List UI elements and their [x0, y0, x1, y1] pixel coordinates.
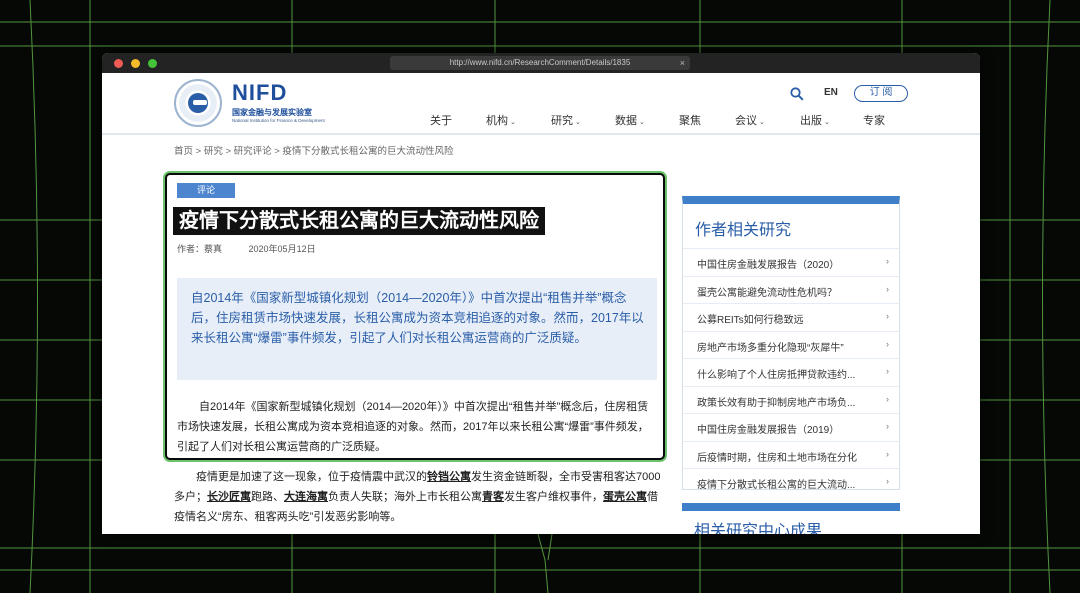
article-paragraph: 自2014年《国家新型城镇化规划（2014—2020年）》中首次提出“租售并举”…: [177, 401, 649, 453]
article-summary: 自2014年《国家新型城镇化规划（2014—2020年）》中首次提出“租售并举”…: [177, 278, 657, 380]
browser-titlebar: http://www.nifd.cn/ResearchComment/Detai…: [102, 53, 980, 73]
logo-english-name: National Institution for Finance & Devel…: [232, 118, 325, 123]
list-item[interactable]: 后疫情时期，住房和土地市场在分化 ›: [683, 440, 899, 469]
minimize-window-button[interactable]: [131, 59, 140, 68]
chevron-down-icon: ⌄: [824, 119, 830, 126]
list-item[interactable]: 疫情下分散式长租公寓的巨大流动... ›: [683, 468, 899, 496]
list-item[interactable]: 政策长效有助于抑制房地产市场负... ›: [683, 385, 899, 414]
chevron-right-icon: ›: [886, 448, 889, 459]
logo-name[interactable]: NIFD: [232, 80, 287, 106]
list-item[interactable]: 蛋壳公寓能避免流动性危机吗？ ›: [683, 275, 899, 304]
chevron-down-icon: ⌄: [639, 119, 645, 126]
chevron-right-icon: ›: [886, 283, 889, 294]
article-title: 疫情下分散式长租公寓的巨大流动性风险: [173, 207, 545, 235]
logo-chinese-name: 国家金融与发展实验室: [232, 108, 312, 117]
related-list: 中国住房金融发展报告（2020） › 蛋壳公寓能避免流动性危机吗？ › 公募REIT…: [683, 248, 899, 496]
chevron-right-icon: ›: [886, 476, 889, 486]
list-item[interactable]: 中国住房金融发展报告（2019） ›: [683, 413, 899, 441]
list-item[interactable]: 房地产市场多重分化隐现“灰犀牛” ›: [683, 330, 899, 359]
chevron-down-icon: ⌄: [759, 119, 765, 126]
nav-experts[interactable]: 专家: [863, 112, 885, 128]
chevron-right-icon: ›: [886, 338, 889, 349]
nav-data[interactable]: 数据 ⌄: [615, 112, 645, 128]
chevron-down-icon: ⌄: [575, 119, 581, 126]
chevron-down-icon: ⌄: [510, 119, 516, 126]
subscribe-button[interactable]: 订 阅: [854, 85, 908, 102]
list-item[interactable]: 中国住房金融发展报告（2020） ›: [683, 248, 899, 276]
link-qingke[interactable]: 青客: [482, 491, 504, 503]
chevron-right-icon: ›: [886, 393, 889, 404]
sidebar-title: 作者相关研究: [695, 222, 792, 239]
nav-conferences[interactable]: 会议 ⌄: [735, 112, 765, 128]
nav-institutions[interactable]: 机构 ⌄: [486, 112, 516, 128]
link-changsha[interactable]: 长沙匠寓: [207, 491, 251, 503]
chevron-right-icon: ›: [886, 366, 889, 376]
search-icon[interactable]: [790, 87, 804, 101]
language-switch[interactable]: EN: [824, 87, 838, 98]
chevron-right-icon: ›: [886, 421, 889, 431]
nav-focus[interactable]: 聚焦: [679, 112, 701, 128]
web-page: NIFD 国家金融与发展实验室 National Institution for…: [102, 73, 980, 534]
category-tag[interactable]: 评论: [177, 183, 235, 198]
maximize-window-button[interactable]: [148, 59, 157, 68]
list-item[interactable]: 公募REITs如何行稳致远 ›: [683, 303, 899, 331]
article-meta: 作者：蔡真 2020年05月12日: [177, 242, 316, 255]
link-dalian[interactable]: 大连海寓: [284, 491, 328, 503]
site-header: NIFD 国家金融与发展实验室 National Institution for…: [102, 73, 980, 135]
link-danke[interactable]: 蛋壳公寓: [603, 491, 647, 503]
nav-research[interactable]: 研究 ⌄: [551, 112, 581, 128]
nifd-seal-logo[interactable]: [174, 79, 222, 127]
key-icon: [193, 100, 207, 105]
nav-publications[interactable]: 出版 ⌄: [800, 112, 830, 128]
sidebar2-title: 相关研究中心成果: [694, 523, 823, 534]
list-item[interactable]: 什么影响了个人住房抵押贷款违约... ›: [683, 358, 899, 386]
address-bar[interactable]: http://www.nifd.cn/ResearchComment/Detai…: [390, 56, 690, 70]
close-window-button[interactable]: [114, 59, 123, 68]
author-related-research: 作者相关研究 中国住房金融发展报告（2020） › 蛋壳公寓能避免流动性危机吗？ ›…: [682, 196, 900, 491]
address-bar-url: http://www.nifd.cn/ResearchComment/Detai…: [449, 58, 631, 67]
article-date: 2020年05月12日: [248, 244, 316, 254]
chevron-right-icon: ›: [886, 256, 889, 266]
article-paragraph-2: 疫情更是加速了这一现象，位于疫情震中武汉的铃铛公寓发生资金链断裂，全市受害租客达…: [174, 471, 661, 523]
chevron-right-icon: ›: [886, 311, 889, 321]
clear-url-icon[interactable]: ×: [680, 56, 685, 70]
highlighted-article-box: 评论 疫情下分散式长租公寓的巨大流动性风险 作者：蔡真 2020年05月12日 …: [163, 171, 667, 462]
browser-window: http://www.nifd.cn/ResearchComment/Detai…: [102, 53, 980, 534]
nav-about[interactable]: 关于: [430, 112, 452, 128]
link-lingdang[interactable]: 铃铛公寓: [427, 471, 471, 483]
research-center-results: 相关研究中心成果: [682, 503, 900, 534]
article-author[interactable]: 作者：蔡真: [177, 244, 222, 254]
breadcrumb[interactable]: 首页 > 研究 > 研究评论 > 疫情下分散式长租公寓的巨大流动性风险: [174, 143, 453, 157]
